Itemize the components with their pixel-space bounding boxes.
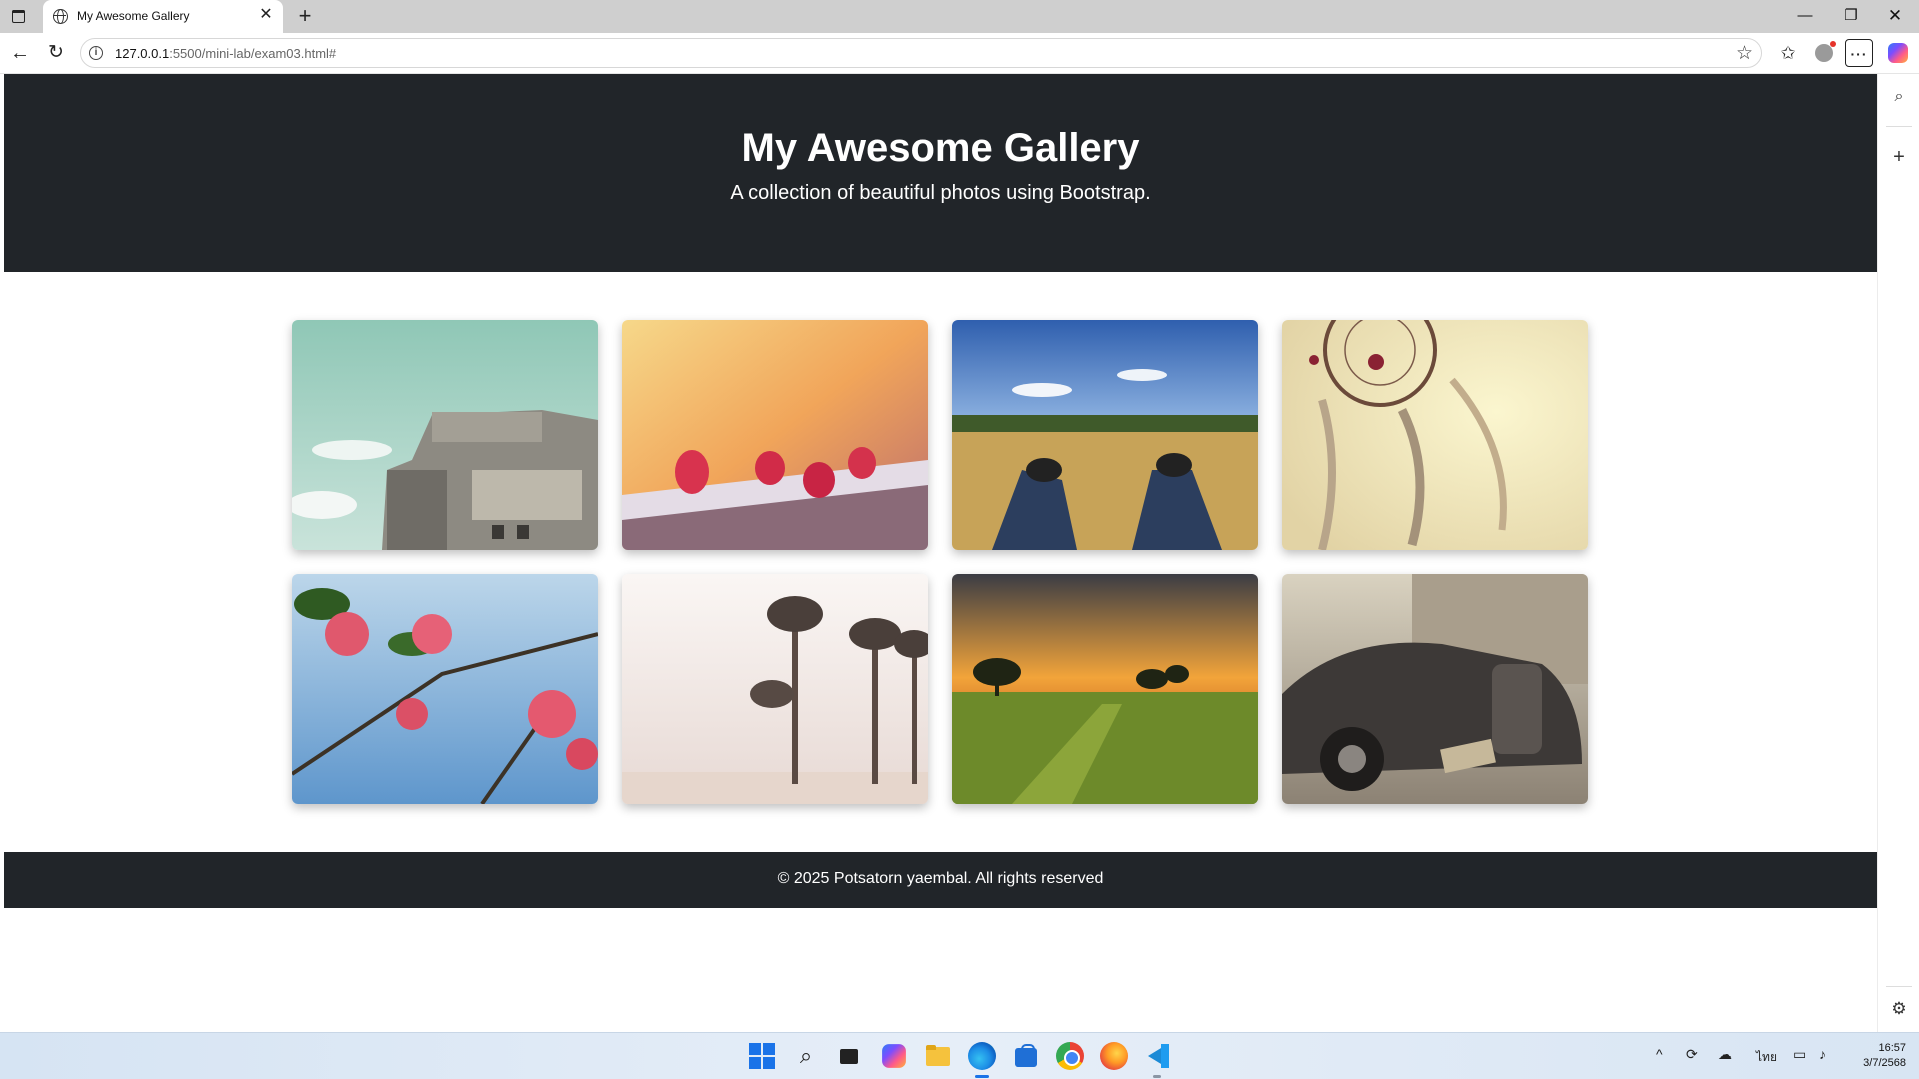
active-app-indicator	[975, 1075, 989, 1078]
back-arrow-icon[interactable]: ←	[8, 41, 32, 65]
restore-button[interactable]: ❐	[1836, 4, 1866, 28]
photo-gallery	[292, 320, 1594, 804]
page-subtitle: A collection of beautiful photos using B…	[730, 182, 1151, 204]
sidebar-divider	[1886, 126, 1912, 127]
url-path: :5500/mini-lab/exam03.html#	[169, 46, 337, 61]
raspberries-photo[interactable]	[622, 320, 928, 550]
page-title: My Awesome Gallery	[741, 126, 1140, 170]
page-footer: © 2025 Potsatorn yaembal. All rights res…	[4, 852, 1877, 908]
clock-time: 16:57	[1878, 1042, 1906, 1054]
input-language-indicator[interactable]: ไทย	[1756, 1048, 1777, 1067]
footer-copyright: © 2025 Potsatorn yaembal. All rights res…	[777, 870, 1104, 887]
system-clock[interactable]: 16:57 3/7/2568	[1850, 1041, 1906, 1071]
store-icon[interactable]	[1012, 1042, 1040, 1070]
concrete-building-image	[292, 320, 598, 550]
vscode-icon[interactable]	[1144, 1042, 1172, 1070]
firefox-icon[interactable]	[1100, 1042, 1128, 1070]
edge-icon[interactable]	[968, 1042, 996, 1070]
hero-header: My Awesome Gallery A collection of beaut…	[4, 74, 1877, 272]
vintage-car-image	[1282, 574, 1588, 804]
show-hidden-icons-icon[interactable]: ^	[1656, 1046, 1663, 1062]
clock-date: 3/7/2568	[1863, 1057, 1906, 1069]
dreamcatcher-photo[interactable]	[1282, 320, 1588, 550]
page-viewport: My Awesome Gallery A collection of beaut…	[4, 74, 1877, 1032]
star-icon[interactable]: ☆	[1736, 42, 1753, 65]
add-icon[interactable]: +	[1888, 146, 1910, 168]
pink-flowers-image	[292, 574, 598, 804]
copilot-button[interactable]	[1884, 39, 1912, 67]
vintage-car-photo[interactable]	[1282, 574, 1588, 804]
sidebar-divider	[1886, 986, 1912, 987]
sneakers-on-grass-photo[interactable]	[952, 320, 1258, 550]
profile-icon	[1815, 44, 1833, 62]
file-explorer-icon[interactable]	[924, 1042, 952, 1070]
sunset-field-photo[interactable]	[952, 574, 1258, 804]
raspberries-image	[622, 320, 928, 550]
task-view-icon[interactable]	[836, 1042, 864, 1070]
profile-button[interactable]	[1810, 39, 1838, 67]
info-icon[interactable]: i	[89, 46, 103, 60]
chrome-icon[interactable]	[1056, 1042, 1084, 1070]
settings-icon[interactable]: ⚙	[1888, 998, 1910, 1020]
active-tab[interactable]: My Awesome Gallery ✕	[43, 0, 283, 33]
sync-icon[interactable]: ⟳	[1686, 1046, 1698, 1063]
globe-icon	[53, 9, 68, 24]
network-icon[interactable]: ▭	[1793, 1046, 1806, 1063]
close-window-button[interactable]: ✕	[1880, 4, 1910, 28]
tab-title: My Awesome Gallery	[77, 9, 190, 23]
running-app-indicator	[1153, 1075, 1161, 1078]
minimize-button[interactable]: —	[1790, 4, 1820, 28]
windows-taskbar: ⌕ ^ ⟳ ☁ ไทย ▭ ♪ 16:57 3/7/2568	[0, 1032, 1919, 1079]
sunset-field-image	[952, 574, 1258, 804]
palm-trees-beach-image	[622, 574, 928, 804]
search-icon[interactable]: ⌕	[792, 1042, 820, 1070]
new-tab-button[interactable]: +	[292, 3, 318, 29]
search-icon[interactable]: ⌕	[1888, 88, 1910, 110]
tab-actions-icon[interactable]	[10, 8, 28, 24]
volume-icon[interactable]: ♪	[1819, 1046, 1826, 1062]
url-text[interactable]: 127.0.0.1:5500/mini-lab/exam03.html#	[115, 46, 336, 61]
notification-dot	[1830, 41, 1836, 47]
cloud-icon[interactable]: ☁	[1718, 1046, 1732, 1063]
sneakers-on-grass-image	[952, 320, 1258, 550]
close-tab-icon[interactable]: ✕	[257, 6, 275, 24]
copilot-icon[interactable]	[882, 1044, 906, 1068]
address-bar[interactable]: i 127.0.0.1:5500/mini-lab/exam03.html# ☆	[80, 38, 1762, 68]
favorites-icon[interactable]: ✩	[1774, 39, 1802, 67]
tab-bar: My Awesome Gallery ✕ + — ❐ ✕	[0, 0, 1919, 33]
browser-sidebar: ⌕ + ⚙	[1877, 74, 1919, 1032]
dreamcatcher-image	[1282, 320, 1588, 550]
more-menu-icon[interactable]: ···	[1845, 39, 1873, 67]
reload-icon[interactable]: ↻	[44, 41, 68, 65]
copilot-icon	[1888, 43, 1908, 63]
palm-trees-beach-photo[interactable]	[622, 574, 928, 804]
pink-flowers-photo[interactable]	[292, 574, 598, 804]
browser-toolbar: ← ↻ i 127.0.0.1:5500/mini-lab/exam03.htm…	[0, 33, 1919, 74]
windows-start-icon[interactable]	[748, 1042, 776, 1070]
url-host: 127.0.0.1	[115, 46, 170, 61]
concrete-building-photo[interactable]	[292, 320, 598, 550]
